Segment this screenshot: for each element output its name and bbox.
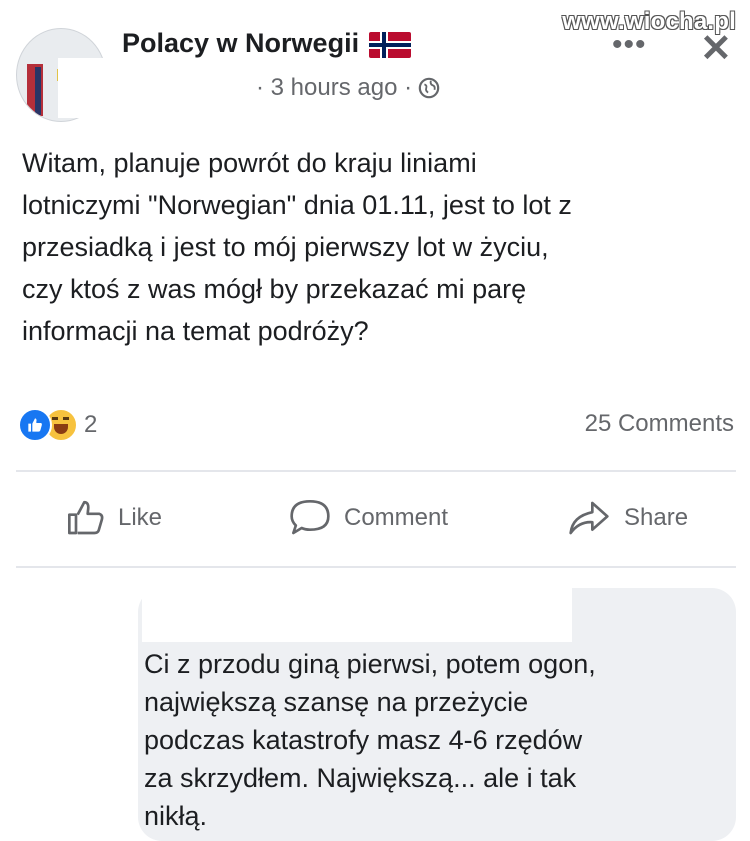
post-time[interactable]: · 3 hours ago · (256, 74, 412, 102)
comment-line: nikłą. (144, 801, 208, 831)
comment-line: podczas katastrofy masz 4-6 rzędów (144, 725, 583, 755)
post-line: Witam, planuje powrót do kraju liniami (22, 148, 477, 178)
comment-icon (290, 500, 330, 535)
globe-icon (418, 77, 440, 99)
comment-line: największą szansę na przeżycie (144, 687, 529, 717)
thumbs-up-icon (68, 500, 104, 535)
divider (16, 566, 736, 568)
comments-count-link[interactable]: 25 Comments (585, 410, 734, 438)
post-line: lotniczymi "Norwegian" dnia 01.11, jest … (22, 190, 572, 220)
post-line: przesiadką i jest to mój pierwszy lot w … (22, 232, 549, 262)
like-button[interactable]: Like (66, 498, 162, 538)
divider (16, 470, 736, 472)
post-meta: · 3 hours ago · (256, 74, 440, 102)
post-line: informacji na temat podróży? (22, 316, 369, 346)
comment-line: Ci z przodu giną pierwsi, potem ogon, (144, 649, 596, 679)
redacted-author-name (58, 58, 263, 118)
like-reaction-icon (18, 408, 52, 442)
post-body: Witam, planuje powrót do kraju liniami l… (22, 142, 722, 352)
redacted-commenter-name (142, 586, 572, 642)
reaction-count: 2 (84, 411, 98, 438)
reactions-summary[interactable]: 2 (18, 408, 97, 442)
comment-line: za skrzydłem. Największą... ale i tak (144, 763, 577, 793)
norway-flag-icon (369, 31, 412, 58)
close-icon[interactable]: ✕ (700, 26, 732, 71)
comment-label: Comment (344, 504, 449, 531)
share-button[interactable]: Share (566, 498, 688, 538)
group-name-link[interactable]: Polacy w Norwegii (122, 28, 412, 59)
comment-button[interactable]: Comment (288, 498, 448, 538)
like-label: Like (118, 504, 163, 531)
group-name: Polacy w Norwegii (122, 28, 360, 58)
more-options-icon[interactable]: ••• (612, 28, 647, 62)
share-icon (569, 501, 609, 535)
share-label: Share (624, 504, 689, 531)
comment-body: Ci z przodu giną pierwsi, potem ogon, na… (144, 645, 724, 835)
post-line: czy ktoś z was mógł by przekazać mi parę (22, 274, 527, 304)
